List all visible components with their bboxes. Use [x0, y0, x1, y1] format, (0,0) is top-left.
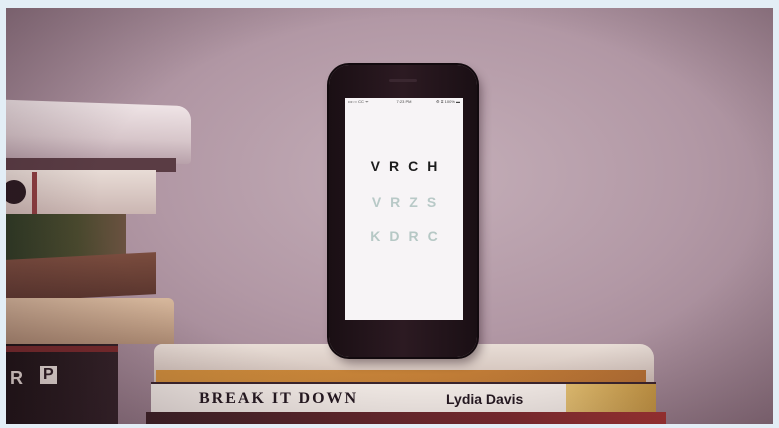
status-time: 7:23 PM — [396, 99, 412, 104]
eye-chart-row-3: KDRC — [370, 228, 447, 244]
book-green — [6, 214, 126, 260]
book-white-top — [6, 99, 191, 165]
book-red-stripe — [6, 346, 118, 352]
eye-chart-row-1: VRCH — [370, 158, 447, 174]
book-cream-stripe — [32, 172, 37, 214]
book-bottom-under — [146, 412, 666, 424]
earpiece-speaker — [389, 79, 417, 82]
status-carrier: •••○○ CC ᯤ — [348, 99, 369, 104]
spine-letter-r: R — [10, 368, 23, 388]
spine-logo: P — [40, 366, 57, 384]
photo-frame: R P BREAK IT DOWN Lydia Davis •••○○ CC ᯤ… — [6, 8, 773, 424]
smartphone: •••○○ CC ᯤ 7:23 PM ⚙ ⧖ 100% ▬ VRCH VRZS … — [329, 65, 477, 357]
book-tan — [6, 298, 174, 344]
book-cream — [6, 170, 156, 214]
book-title: BREAK IT DOWN — [199, 390, 359, 407]
status-bar: •••○○ CC ᯤ 7:23 PM ⚙ ⧖ 100% ▬ — [345, 98, 463, 106]
book-author: Lydia Davis — [446, 391, 524, 407]
phone-screen: •••○○ CC ᯤ 7:23 PM ⚙ ⧖ 100% ▬ VRCH VRZS … — [345, 98, 463, 320]
status-battery: ⚙ ⧖ 100% ▬ — [436, 99, 460, 104]
book-brown — [6, 252, 156, 302]
eye-chart-row-2: VRZS — [371, 194, 446, 210]
book-bottom-spine-gold — [566, 384, 656, 412]
book-bottom-orange-band — [156, 370, 646, 382]
